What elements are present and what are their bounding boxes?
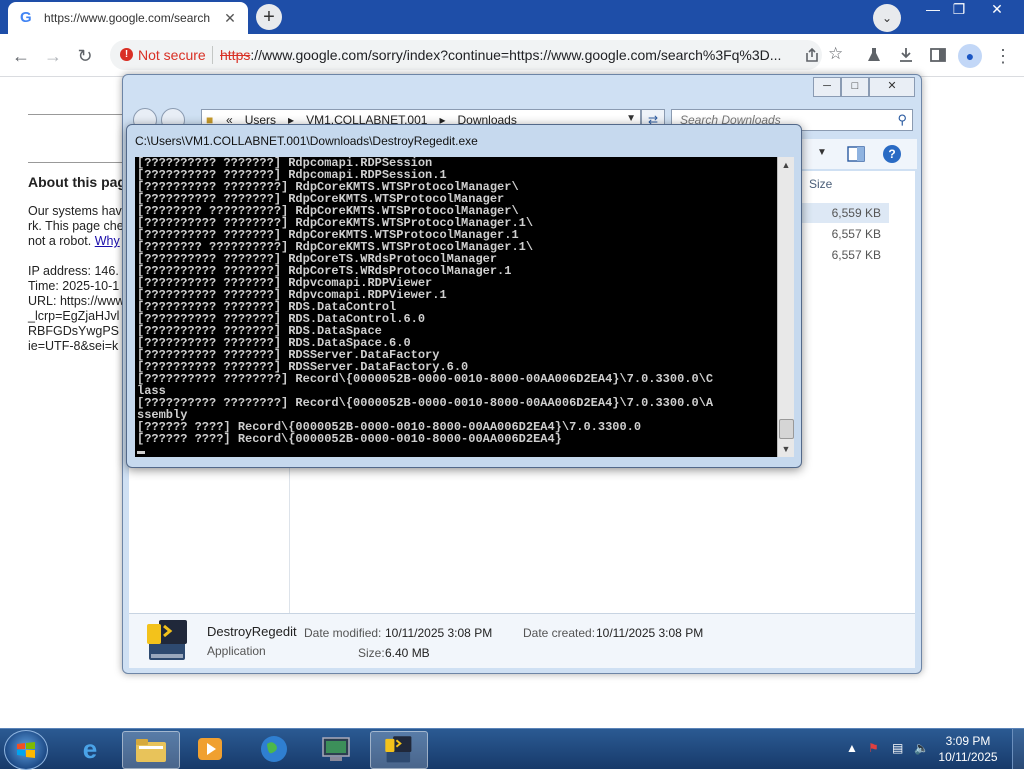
help-icon[interactable]: ? xyxy=(883,145,901,163)
console-line: [?????? ????] Record\{0000052B-0000-0010… xyxy=(137,432,562,446)
not-secure-label[interactable]: Not secure xyxy=(138,47,206,63)
file-size[interactable]: 6,557 KB xyxy=(789,224,889,244)
console-line: [?????????? ????????] Record\{0000052B-0… xyxy=(137,372,714,386)
download-icon[interactable] xyxy=(897,46,915,64)
tab-close-icon[interactable]: ✕ xyxy=(220,8,240,28)
browser-toolbar: ← → ↻ ! Not secure https://www.google.co… xyxy=(0,34,1024,77)
browser-tab[interactable]: G https://www.google.com/search ✕ xyxy=(8,2,248,34)
page-heading: About this page xyxy=(28,174,134,190)
history-dropdown-icon[interactable]: ▼ xyxy=(626,113,636,124)
divider xyxy=(28,162,128,163)
explorer-close-button[interactable]: ✕ xyxy=(869,77,915,97)
forward-arrow-icon[interactable]: → xyxy=(40,43,66,69)
new-tab-button[interactable]: + xyxy=(256,4,282,30)
bookmark-star-icon[interactable]: ☆ xyxy=(828,44,843,64)
paragraph-line: rk. This page che xyxy=(28,219,124,233)
omnibox-divider xyxy=(212,46,213,64)
media-player-icon[interactable] xyxy=(182,731,238,767)
preview-pane-icon[interactable] xyxy=(847,146,865,162)
url-line: RBFGDsYwgPS xyxy=(28,324,119,338)
destroyregedit-taskbar-icon[interactable] xyxy=(370,731,428,769)
file-size[interactable]: 6,557 KB xyxy=(789,245,889,265)
application-icon xyxy=(147,620,187,660)
volume-muted-icon[interactable]: 🔈 xyxy=(914,741,929,755)
column-header-size[interactable]: Size xyxy=(809,177,832,191)
text-cursor xyxy=(137,451,145,454)
windows-logo-icon xyxy=(17,742,35,758)
file-explorer-taskbar-icon[interactable] xyxy=(122,731,180,769)
console-output[interactable]: [?????????? ???????] Rdpcomapi.RDPSessio… xyxy=(135,157,777,457)
date-modified-label: Date modified: xyxy=(304,626,382,640)
tab-strip: G https://www.google.com/search ✕ + ⌄ — … xyxy=(0,0,1024,34)
url-line: URL: https://www xyxy=(28,294,125,308)
time-line: Time: 2025-10-1 xyxy=(28,279,120,293)
file-size[interactable]: 6,559 KB xyxy=(789,203,889,223)
view-dropdown-icon[interactable]: ▼ xyxy=(817,147,827,158)
clock-date: 10/11/2025 xyxy=(938,750,998,764)
start-button[interactable] xyxy=(4,730,48,770)
internet-explorer-icon[interactable]: e xyxy=(62,731,118,767)
show-desktop-button[interactable] xyxy=(1012,729,1024,769)
size-value: 6.40 MB xyxy=(385,646,430,660)
tab-search-button[interactable]: ⌄ xyxy=(873,4,901,32)
file-type: Application xyxy=(207,644,266,658)
details-pane: DestroyRegedit Application Date modified… xyxy=(129,613,915,668)
scroll-up-arrow-icon[interactable]: ▲ xyxy=(778,157,794,173)
profile-avatar-icon[interactable]: ● xyxy=(958,44,982,68)
network-icon[interactable]: ▤ xyxy=(892,741,903,755)
close-button[interactable]: ✕ xyxy=(980,0,1014,20)
tab-title: https://www.google.com/search xyxy=(44,11,211,25)
console-scrollbar[interactable]: ▲ ▼ xyxy=(777,157,794,457)
search-icon: ⚲ xyxy=(897,112,907,127)
url-text[interactable]: https://www.google.com/sorry/index?conti… xyxy=(220,47,790,63)
divider xyxy=(28,114,128,115)
terminal-app-icon[interactable] xyxy=(308,731,364,767)
date-created-label: Date created: xyxy=(523,626,596,640)
menu-dots-icon[interactable]: ⋮ xyxy=(990,43,1016,69)
scrollbar-thumb[interactable] xyxy=(779,419,794,439)
labs-flask-icon[interactable] xyxy=(866,47,882,63)
reload-icon[interactable]: ↻ xyxy=(72,43,98,69)
url-line: ie=UTF-8&sei=k xyxy=(28,339,119,353)
date-modified-value: 10/11/2025 3:08 PM xyxy=(385,626,493,640)
explorer-minimize-button[interactable]: ─ xyxy=(813,77,841,97)
globe-app-icon[interactable] xyxy=(246,731,302,767)
address-bar[interactable]: ! Not secure https://www.google.com/sorr… xyxy=(110,40,843,70)
ip-address-line: IP address: 146. xyxy=(28,264,119,278)
system-clock[interactable]: 3:09 PM 10/11/2025 xyxy=(928,733,1008,765)
clock-time: 3:09 PM xyxy=(945,734,991,748)
paragraph-line: Our systems have xyxy=(28,204,129,218)
side-panel-icon[interactable] xyxy=(929,46,947,64)
warning-icon: ! xyxy=(120,48,133,61)
back-arrow-icon[interactable]: ← xyxy=(8,43,34,69)
paragraph-line: not a robot. Why xyxy=(28,234,120,248)
date-created-value: 10/11/2025 3:08 PM xyxy=(596,626,704,640)
console-title: C:\Users\VM1.COLLABNET.001\Downloads\Des… xyxy=(135,134,478,148)
google-favicon-icon: G xyxy=(20,9,32,26)
share-icon[interactable] xyxy=(804,47,820,63)
console-line: [?????????? ????????] Record\{0000052B-0… xyxy=(137,396,714,410)
size-label: Size: xyxy=(358,646,385,660)
show-hidden-icons-arrow-icon[interactable]: ▲ xyxy=(846,741,858,755)
action-center-flag-icon[interactable]: ⚑ xyxy=(868,741,879,755)
why-link[interactable]: Why xyxy=(95,234,120,248)
taskbar: e ▲ ⚑ ▤ 🔈 3:09 PM 10/11/2025 xyxy=(0,728,1024,770)
file-name: DestroyRegedit xyxy=(207,624,297,639)
restore-button[interactable]: ❐ xyxy=(942,0,976,20)
explorer-maximize-button[interactable]: □ xyxy=(841,77,869,97)
console-lines: [?????????? ???????] Rdpcomapi.RDPSessio… xyxy=(137,157,713,445)
url-line: _lcrp=EgZjaHJvl xyxy=(28,309,120,323)
console-window: C:\Users\VM1.COLLABNET.001\Downloads\Des… xyxy=(126,124,802,468)
scroll-down-arrow-icon[interactable]: ▼ xyxy=(778,441,794,457)
